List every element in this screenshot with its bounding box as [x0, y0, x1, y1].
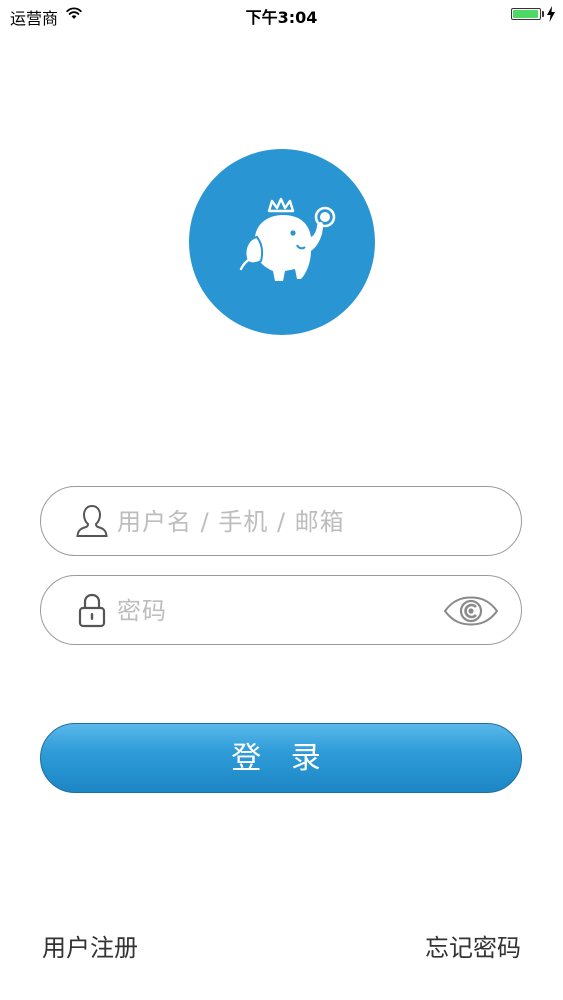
password-input[interactable]	[115, 588, 439, 634]
register-link[interactable]: 用户注册	[42, 928, 138, 963]
password-field-container[interactable]	[40, 575, 522, 645]
charging-bolt-icon	[547, 6, 555, 22]
eye-icon[interactable]	[443, 596, 499, 626]
username-input[interactable]	[115, 499, 439, 545]
login-button[interactable]: 登 录	[40, 723, 522, 793]
user-icon	[76, 504, 108, 537]
battery-icon	[511, 8, 541, 20]
username-field-container[interactable]	[40, 486, 522, 556]
crowned-elephant-logo	[239, 197, 336, 281]
app-logo	[189, 149, 375, 335]
clock-time: 下午3:04	[245, 8, 318, 27]
battery-tip	[542, 11, 544, 17]
status-bar: 运营商 下午3:04	[0, 0, 563, 30]
battery-level-fill	[513, 10, 538, 18]
forgot-password-link[interactable]: 忘记密码	[425, 928, 521, 963]
lock-icon	[78, 593, 106, 628]
